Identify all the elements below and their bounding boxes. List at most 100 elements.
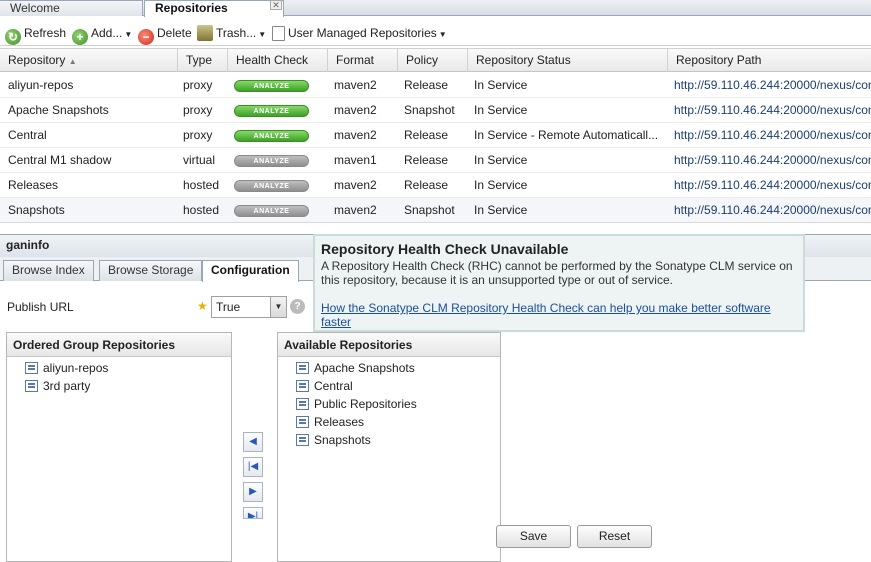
list-item[interactable]: aliyun-repos [25, 359, 231, 377]
grid-header: Repository ▲ Type Health Check Format Po… [0, 48, 871, 72]
analyze-button[interactable]: ANALYZE [234, 205, 309, 217]
cell-type: proxy [183, 78, 213, 92]
arrow-last-icon: ▶| [247, 511, 259, 519]
toolbar: ↻ Refresh + Add... ▼ − Delete Trash... ▼ User… [0, 20, 871, 46]
delete-button[interactable]: − Delete [138, 24, 192, 45]
cell-type: proxy [183, 103, 213, 117]
ordered-list-header: Ordered Group Repositories [7, 333, 231, 357]
save-button[interactable]: Save [496, 525, 571, 548]
move-all-left-button[interactable]: |◀ [243, 457, 263, 477]
tab-configuration[interactable]: Configuration [202, 260, 299, 282]
trash-icon [197, 25, 213, 41]
move-left-button[interactable]: ◀ [243, 432, 263, 452]
cell-repository: Central [8, 128, 47, 142]
table-row[interactable]: Apache Snapshots proxy ANALYZE maven2 Sn… [0, 98, 871, 123]
reset-button[interactable]: Reset [577, 525, 652, 548]
column-header-format[interactable]: Format [328, 49, 398, 72]
cell-repository: Central M1 shadow [8, 153, 112, 167]
tab-welcome[interactable]: Welcome [0, 0, 143, 16]
cell-path-link[interactable]: http://59.110.46.244:20000/nexus/cont [666, 148, 871, 173]
publish-url-label: Publish URL [7, 300, 74, 314]
tooltip-learn-more-link[interactable]: How the Sonatype CLM Repository Health C… [321, 301, 797, 329]
ordered-group-repositories-list: Ordered Group Repositories aliyun-repos … [6, 332, 232, 562]
analyze-button[interactable]: ANALYZE [234, 105, 309, 117]
cell-path-link[interactable]: http://59.110.46.244:20000/nexus/cont [666, 173, 871, 198]
cell-format: maven2 [334, 78, 377, 92]
table-row[interactable]: aliyun-repos proxy ANALYZE maven2 Releas… [0, 73, 871, 98]
cell-type: hosted [183, 178, 220, 192]
help-icon[interactable]: ? [290, 299, 305, 314]
cell-path-link[interactable]: http://59.110.46.244:20000/nexus/cont [666, 198, 871, 223]
cell-policy: Snapshot [404, 103, 455, 117]
available-repositories-list: Available Repositories Apache Snapshots … [277, 332, 501, 562]
document-icon [272, 26, 285, 41]
column-header-health-check[interactable]: Health Check [228, 49, 328, 72]
cell-path-link[interactable]: http://59.110.46.244:20000/nexus/cont [666, 123, 871, 148]
analyze-button[interactable]: ANALYZE [234, 80, 309, 92]
cell-repository: Apache Snapshots [8, 103, 109, 117]
tooltip-body: A Repository Health Check (RHC) cannot b… [321, 259, 793, 287]
cell-status: In Service [474, 78, 528, 92]
repository-icon [296, 434, 309, 446]
cell-path-link[interactable]: http://59.110.46.244:20000/nexus/cont [666, 98, 871, 123]
cell-policy: Release [404, 128, 449, 142]
cell-health-check: ANALYZE [228, 173, 328, 198]
user-managed-repositories-button[interactable]: User Managed Repositories ▼ [272, 24, 447, 42]
analyze-button[interactable]: ANALYZE [234, 155, 309, 167]
column-header-type[interactable]: Type [178, 49, 228, 72]
column-header-path[interactable]: Repository Path [668, 49, 871, 72]
cell-type: virtual [183, 153, 216, 167]
repository-icon [296, 362, 309, 374]
cell-repository: Releases [8, 178, 59, 192]
table-row[interactable]: Snapshots hosted ANALYZE maven2 Snapshot… [0, 198, 871, 223]
column-header-status[interactable]: Repository Status [468, 49, 668, 72]
move-all-right-button[interactable]: ▶| [243, 507, 263, 519]
cell-health-check: ANALYZE [228, 123, 328, 148]
analyze-button[interactable]: ANALYZE [234, 130, 309, 142]
cell-health-check: ANALYZE [228, 198, 328, 223]
chevron-down-icon: ▼ [438, 30, 447, 39]
table-row[interactable]: Central M1 shadow virtual ANALYZE maven1… [0, 148, 871, 173]
repository-icon [25, 380, 38, 392]
sort-asc-icon: ▲ [68, 57, 77, 66]
close-icon[interactable]: ✕ [270, 0, 282, 10]
refresh-icon: ↻ [5, 29, 21, 45]
chevron-down-icon[interactable]: ▼ [270, 297, 286, 317]
tab-browse-index[interactable]: Browse Index [3, 260, 94, 281]
cell-status: In Service [474, 153, 528, 167]
column-header-policy[interactable]: Policy [398, 49, 468, 72]
tab-repositories[interactable]: Repositories [144, 0, 284, 17]
arrow-right-icon: ▶ [249, 486, 257, 497]
table-row[interactable]: Central proxy ANALYZE maven2 Release In … [0, 123, 871, 148]
list-item[interactable]: Central [296, 377, 500, 395]
refresh-button[interactable]: ↻ Refresh [5, 24, 66, 45]
cell-format: maven2 [334, 203, 377, 217]
trash-button[interactable]: Trash... ▼ [197, 24, 266, 42]
table-row[interactable]: Releases hosted ANALYZE maven2 Release I… [0, 173, 871, 198]
cell-policy: Release [404, 78, 449, 92]
available-list-header: Available Repositories [278, 333, 500, 357]
arrow-left-icon: ◀ [249, 436, 257, 447]
list-item[interactable]: Apache Snapshots [296, 359, 500, 377]
list-item[interactable]: 3rd party [25, 377, 231, 395]
cell-status: In Service [474, 103, 528, 117]
publish-url-select[interactable]: True ▼ [211, 296, 287, 318]
add-icon: + [72, 29, 88, 45]
cell-format: maven2 [334, 128, 377, 142]
cell-status: In Service [474, 178, 528, 192]
tab-browse-storage[interactable]: Browse Storage [99, 260, 203, 281]
cell-path-link[interactable]: http://59.110.46.244:20000/nexus/cont [666, 73, 871, 98]
list-item[interactable]: Public Repositories [296, 395, 500, 413]
cell-health-check: ANALYZE [228, 148, 328, 173]
repository-icon [296, 380, 309, 392]
cell-policy: Release [404, 153, 449, 167]
analyze-button[interactable]: ANALYZE [234, 180, 309, 192]
move-right-button[interactable]: ▶ [243, 482, 263, 502]
add-button[interactable]: + Add... ▼ [72, 24, 132, 45]
cell-policy: Release [404, 178, 449, 192]
list-item[interactable]: Releases [296, 413, 500, 431]
cell-format: maven1 [334, 153, 377, 167]
repository-icon [296, 398, 309, 410]
column-header-repository[interactable]: Repository ▲ [0, 49, 178, 72]
list-item[interactable]: Snapshots [296, 431, 500, 449]
